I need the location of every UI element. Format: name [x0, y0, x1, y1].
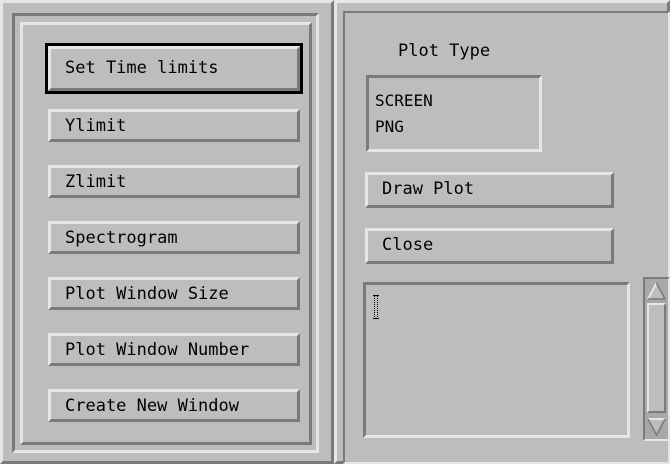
scroll-thumb[interactable]	[647, 303, 666, 413]
create-new-window-button[interactable]: Create New Window	[48, 389, 300, 422]
plot-type-option-png[interactable]: PNG	[375, 114, 533, 140]
scroll-up-arrow-icon[interactable]	[647, 282, 666, 300]
plot-type-list[interactable]: SCREEN PNG	[366, 75, 542, 152]
plot-type-option-screen[interactable]: SCREEN	[375, 88, 533, 114]
ylimit-button[interactable]: Ylimit	[48, 109, 300, 142]
plot-window-size-button[interactable]: Plot Window Size	[48, 277, 300, 310]
draw-plot-button[interactable]: Draw Plot	[365, 172, 614, 208]
set-time-limits-button[interactable]: Set Time limits	[45, 43, 303, 94]
output-text-area[interactable]	[363, 282, 630, 438]
plot-window-number-button[interactable]: Plot Window Number	[48, 333, 300, 366]
zlimit-button[interactable]: Zlimit	[48, 165, 300, 198]
scroll-down-arrow-icon[interactable]	[647, 418, 666, 436]
vertical-scrollbar[interactable]	[643, 277, 670, 441]
i-beam-cursor-icon	[373, 295, 379, 319]
close-button[interactable]: Close	[365, 228, 614, 264]
plot-type-label: Plot Type	[398, 41, 491, 61]
spectrogram-button[interactable]: Spectrogram	[48, 221, 300, 254]
